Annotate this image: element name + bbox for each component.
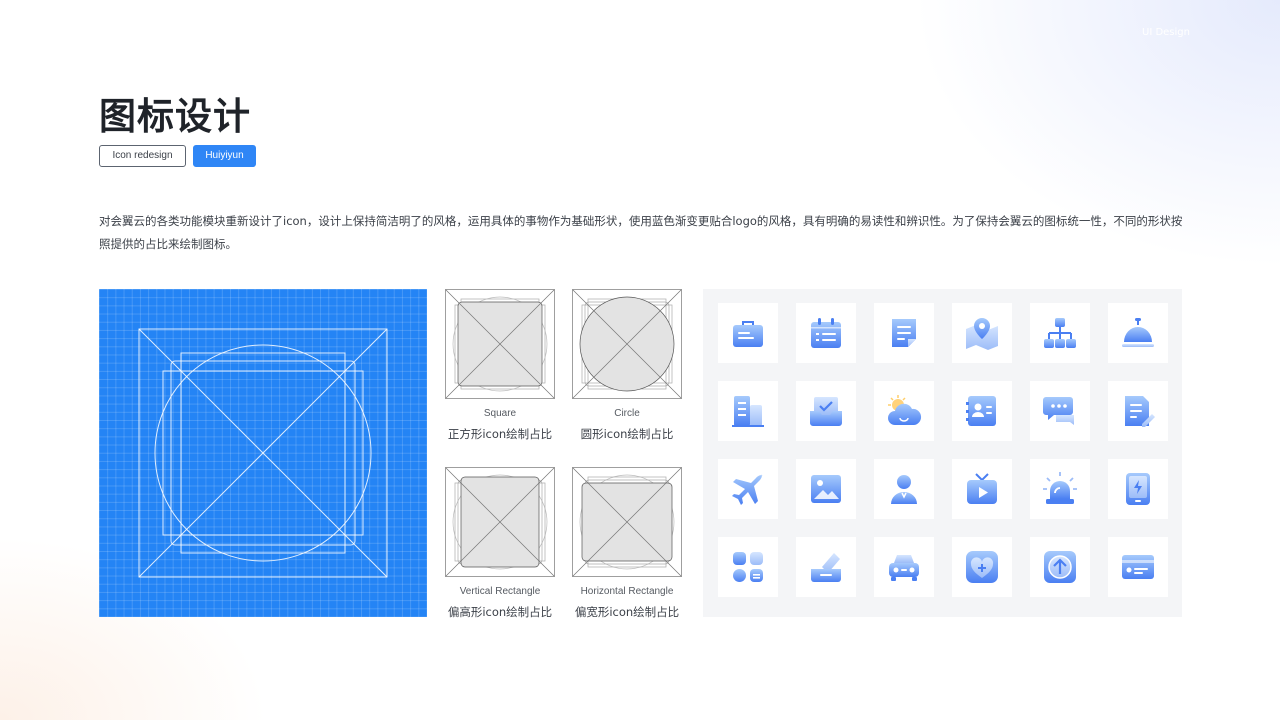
template-horizontal-rectangle [572,467,682,577]
icon-showcase-panel [703,289,1182,617]
template-vertical-rectangle [445,467,555,577]
tag-icon-redesign: Icon redesign [99,145,186,167]
user-icon [874,459,934,519]
icon-grid-blueprint [99,289,427,617]
template-circle-label-en: Circle [614,408,640,419]
weather-cloud-icon [874,381,934,441]
template-square-label-en: Square [483,408,517,419]
description-text: 对会翼云的各类功能模块重新设计了icon，设计上保持简洁明了的风格，运用具体的事… [99,214,1183,251]
template-vertical-label-cn: 偏高形icon绘制占比 [447,605,553,619]
template-vertical-label-en: Vertical Rectangle [459,586,541,597]
picture-icon [796,459,856,519]
building-icon [718,381,778,441]
calendar-icon [796,303,856,363]
org-chart-icon [1030,303,1090,363]
tag-huiyiyun: Huiyiyun [193,145,256,167]
template-circle-label-cn: 圆形icon绘制占比 [580,427,674,441]
tv-play-icon [952,459,1012,519]
corner-note: UI Design [1142,27,1190,38]
contact-card-icon [952,381,1012,441]
id-card-icon [1108,537,1168,597]
template-horizontal-label-cn: 偏宽形icon绘制占比 [574,605,680,619]
alarm-light-icon [1030,459,1090,519]
eraser-icon [796,537,856,597]
tablet-charge-icon [1108,459,1168,519]
inbox-tray-icon [796,381,856,441]
template-circle [572,289,682,399]
service-bell-icon [1108,303,1168,363]
page-title: 图标设计 [99,95,251,138]
briefcase-icon [718,303,778,363]
apps-grid-icon [718,537,778,597]
template-square-label-cn: 正方形icon绘制占比 [447,427,553,441]
template-horizontal-label-en: Horizontal Rectangle [580,586,674,597]
document-icon [874,303,934,363]
car-icon [874,537,934,597]
map-pin-icon [952,303,1012,363]
airplane-icon [718,459,778,519]
template-square [445,289,555,399]
chat-bubbles-icon [1030,381,1090,441]
heart-plus-icon [952,537,1012,597]
edit-document-icon [1108,381,1168,441]
upload-icon [1030,537,1090,597]
